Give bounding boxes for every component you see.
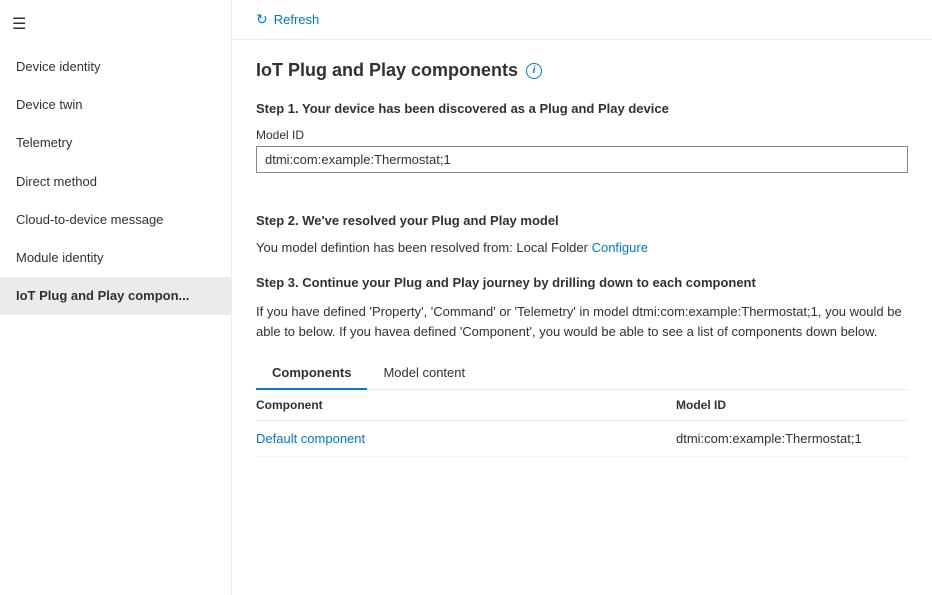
- info-icon[interactable]: i: [526, 63, 542, 79]
- toolbar: ↻ Refresh: [232, 0, 932, 40]
- col-header-component: Component: [256, 398, 676, 412]
- step2-section: Step 2. We've resolved your Plug and Pla…: [256, 213, 908, 255]
- sidebar-item-iot-plug-play[interactable]: IoT Plug and Play compon...: [0, 277, 231, 315]
- table-row: Default component dtmi:com:example:Therm…: [256, 421, 908, 457]
- table-section: Component Model ID Default component dtm…: [256, 390, 908, 457]
- refresh-button[interactable]: ↻ Refresh: [248, 7, 327, 32]
- step3-description: If you have defined 'Property', 'Command…: [256, 302, 908, 341]
- model-id-label: Model ID: [256, 128, 908, 142]
- content-area: IoT Plug and Play components i Step 1. Y…: [232, 40, 932, 595]
- step3-heading: Step 3. Continue your Plug and Play jour…: [256, 275, 908, 290]
- tabs-container: ComponentsModel content: [256, 357, 908, 390]
- configure-link[interactable]: Configure: [592, 240, 648, 255]
- step1-section: Step 1. Your device has been discovered …: [256, 101, 908, 193]
- step2-heading: Step 2. We've resolved your Plug and Pla…: [256, 213, 908, 228]
- main-panel: ↻ Refresh IoT Plug and Play components i…: [232, 0, 932, 595]
- tab-components[interactable]: Components: [256, 357, 367, 390]
- sidebar-item-device-twin[interactable]: Device twin: [0, 86, 231, 124]
- col-header-model-id: Model ID: [676, 398, 908, 412]
- refresh-icon: ↻: [256, 11, 268, 28]
- row-model-id: dtmi:com:example:Thermostat;1: [676, 431, 908, 446]
- sidebar-item-cloud-to-device[interactable]: Cloud-to-device message: [0, 201, 231, 239]
- step1-heading: Step 1. Your device has been discovered …: [256, 101, 908, 116]
- table-header: Component Model ID: [256, 390, 908, 421]
- page-title: IoT Plug and Play components: [256, 60, 518, 81]
- sidebar: ☰ Device identityDevice twinTelemetryDir…: [0, 0, 232, 595]
- refresh-label: Refresh: [274, 12, 320, 27]
- sidebar-item-module-identity[interactable]: Module identity: [0, 239, 231, 277]
- page-title-container: IoT Plug and Play components i: [256, 60, 908, 81]
- sidebar-item-telemetry[interactable]: Telemetry: [0, 124, 231, 162]
- sidebar-item-device-identity[interactable]: Device identity: [0, 48, 231, 86]
- resolved-text: You model defintion has been resolved fr…: [256, 240, 908, 255]
- tab-model-content[interactable]: Model content: [367, 357, 481, 390]
- sidebar-item-direct-method[interactable]: Direct method: [0, 163, 231, 201]
- hamburger-icon: ☰: [12, 16, 26, 33]
- hamburger-menu[interactable]: ☰: [0, 0, 231, 48]
- step3-section: Step 3. Continue your Plug and Play jour…: [256, 275, 908, 457]
- component-link[interactable]: Default component: [256, 431, 365, 446]
- model-id-input[interactable]: [256, 146, 908, 173]
